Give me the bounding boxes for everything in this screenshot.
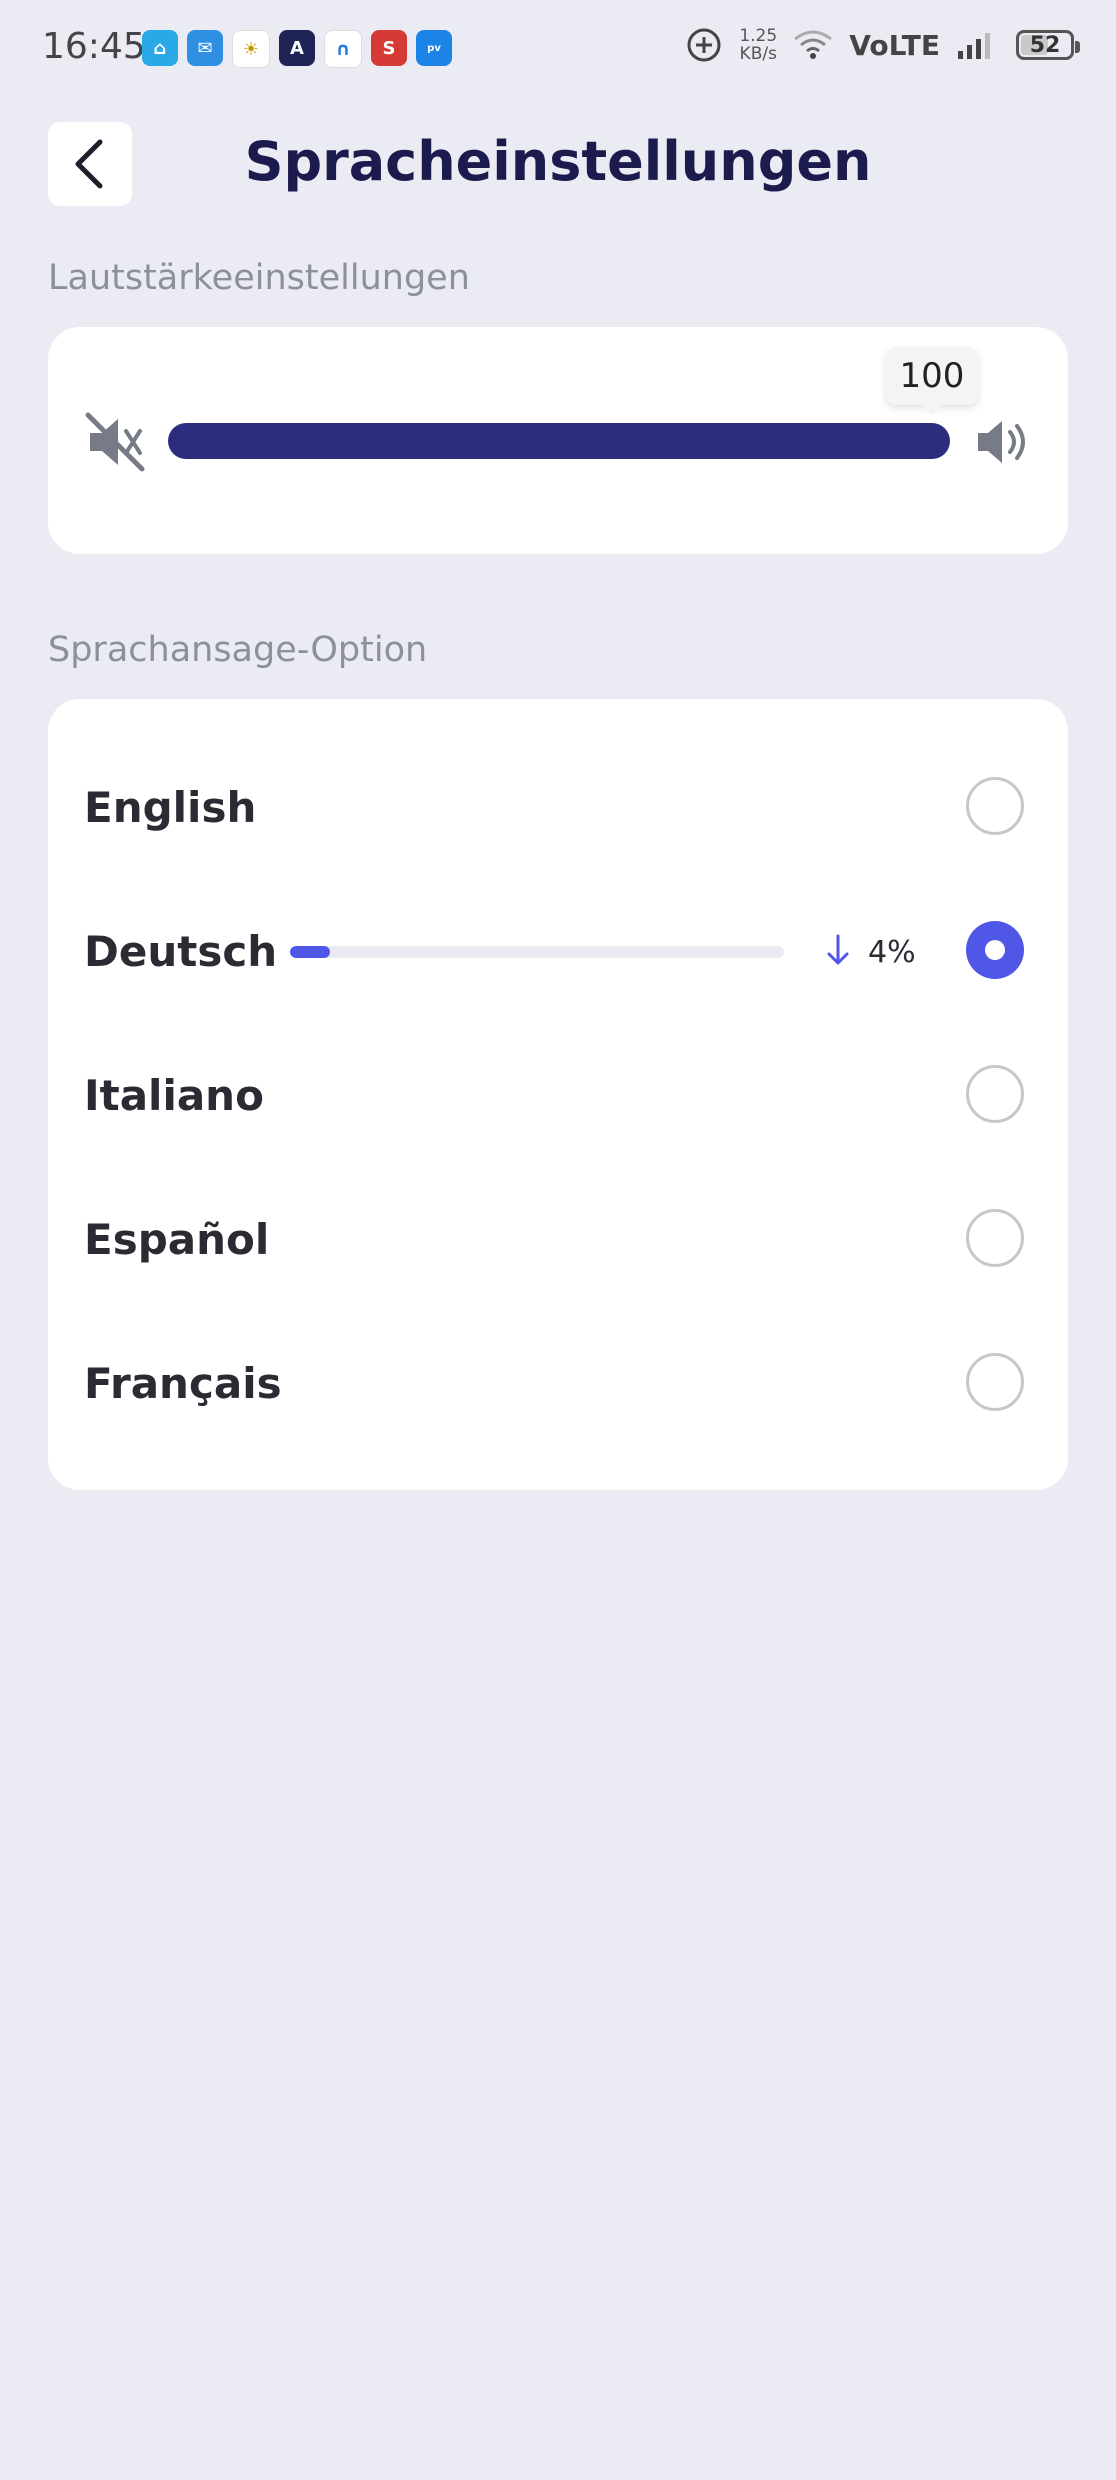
battery-icon: 52 bbox=[1016, 30, 1080, 60]
download-arrow-icon bbox=[827, 934, 849, 965]
s-app-icon: S bbox=[371, 30, 407, 66]
sun-app-icon: ☀ bbox=[232, 30, 270, 68]
status-time: 16:45 bbox=[42, 26, 146, 67]
data-saver-icon bbox=[687, 28, 721, 62]
language-label: English bbox=[84, 783, 257, 832]
home-app-icon: ⌂ bbox=[142, 30, 178, 66]
radio-button[interactable] bbox=[966, 777, 1024, 835]
language-label: Français bbox=[84, 1359, 282, 1408]
mute-icon[interactable] bbox=[84, 411, 146, 473]
language-label: Deutsch bbox=[84, 927, 278, 976]
download-progress-fill bbox=[290, 946, 330, 958]
language-option-italiano[interactable]: Italiano bbox=[48, 1045, 1068, 1145]
speaker-icon[interactable] bbox=[974, 417, 1030, 467]
wifi-icon bbox=[794, 30, 833, 59]
home2-app-icon: ∩ bbox=[324, 30, 362, 68]
battery-level: 52 bbox=[1029, 32, 1061, 58]
radio-button-selected[interactable] bbox=[966, 921, 1024, 979]
language-label: Italiano bbox=[84, 1071, 264, 1120]
language-card: English Deutsch 4% Italiano Español Fran… bbox=[48, 699, 1068, 1490]
volume-section-label: Lautstärkeeinstellungen bbox=[48, 258, 470, 298]
language-option-english[interactable]: English bbox=[48, 757, 1068, 857]
network-type: VoLTE bbox=[849, 28, 940, 62]
volume-slider[interactable] bbox=[168, 423, 950, 459]
status-right: 1.25 KB/s VoLTE 52 bbox=[685, 26, 1080, 64]
page-title: Spracheinstellungen bbox=[244, 130, 872, 193]
radio-button[interactable] bbox=[966, 1209, 1024, 1267]
status-bar: 16:45 ⌂ ✉ ☀ A ∩ S pv 1.25 KB/s VoLTE 52 bbox=[0, 0, 1116, 100]
prime-video-app-icon: pv bbox=[416, 30, 452, 66]
volume-card: 100 bbox=[48, 327, 1068, 554]
a-app-icon: A bbox=[279, 30, 315, 66]
radio-button[interactable] bbox=[966, 1065, 1024, 1123]
voice-option-section-label: Sprachansage-Option bbox=[48, 630, 428, 670]
network-speed-unit: KB/s bbox=[739, 44, 777, 64]
radio-button[interactable] bbox=[966, 1353, 1024, 1411]
language-option-francais[interactable]: Français bbox=[48, 1333, 1068, 1433]
download-percent: 4% bbox=[868, 935, 916, 970]
network-speed: 1.25 KB/s bbox=[739, 27, 777, 63]
language-option-deutsch[interactable]: Deutsch 4% bbox=[48, 901, 1068, 1001]
language-label: Español bbox=[84, 1215, 270, 1264]
notification-icons: ⌂ ✉ ☀ A ∩ S pv bbox=[142, 30, 452, 68]
download-progress-bar bbox=[290, 946, 784, 958]
volume-value-tooltip: 100 bbox=[886, 347, 978, 415]
network-speed-value: 1.25 bbox=[739, 26, 778, 46]
language-option-espanol[interactable]: Español bbox=[48, 1189, 1068, 1289]
signal-icon bbox=[958, 33, 990, 59]
mail-app-icon: ✉ bbox=[187, 30, 223, 66]
